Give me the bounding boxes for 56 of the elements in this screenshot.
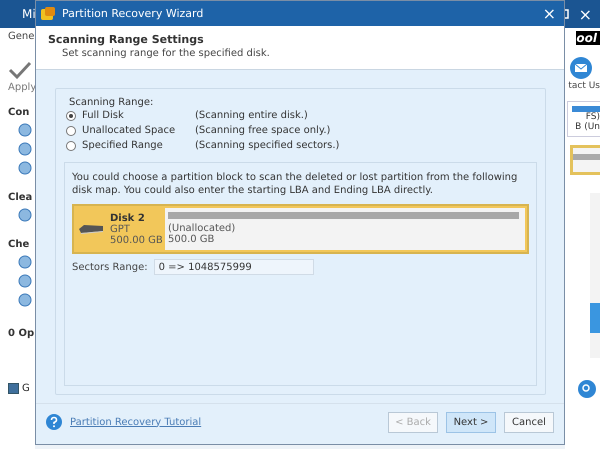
usage-bar: [572, 106, 600, 112]
radio-button[interactable]: [66, 110, 76, 120]
section-heading: Con: [8, 107, 30, 118]
dialog-title: Partition Recovery Wizard: [62, 7, 204, 20]
section-heading: Che: [8, 239, 30, 250]
disk-icon[interactable]: [18, 208, 32, 222]
radio-button[interactable]: [66, 140, 76, 150]
share-icon[interactable]: [578, 380, 596, 398]
app-icon: [40, 6, 56, 22]
scrollbar[interactable]: [590, 193, 600, 358]
disk-icon[interactable]: [18, 274, 32, 288]
apply-label: Apply: [8, 82, 36, 93]
checkbox[interactable]: [8, 383, 19, 394]
option-description: (Scanning entire disk.): [195, 110, 308, 121]
checkmark-icon[interactable]: [8, 60, 32, 80]
partition-block[interactable]: (Unallocated) 500.0 GB: [165, 208, 525, 250]
disk-style: GPT: [110, 224, 131, 234]
info-text: You could choose a partition block to scan the deleted or lost partition from the following disk map. You could also enter the starting LBA and Ending LBA directly.: [72, 171, 518, 197]
partition-size: 500.0 GB: [168, 234, 216, 245]
wizard-button[interactable]: Cancel: [504, 412, 554, 432]
checkbox-label: G: [22, 383, 30, 394]
app-title: Mi: [22, 7, 36, 21]
section-heading: Clea: [8, 192, 32, 203]
radio-button[interactable]: [66, 126, 76, 136]
disk-icon[interactable]: [18, 293, 32, 307]
step-subtitle: Set scanning range for the specified disk.: [61, 48, 271, 59]
operations-label: 0 Op: [8, 328, 34, 339]
close-button[interactable]: ×: [578, 4, 592, 24]
option-description: (Scanning free space only.): [195, 125, 330, 136]
disk-icon[interactable]: [18, 255, 32, 269]
option-label[interactable]: Full Disk: [82, 110, 195, 121]
disk-icon[interactable]: [18, 161, 32, 175]
mail-icon[interactable]: [570, 57, 592, 79]
contact-label[interactable]: tact Us: [568, 81, 600, 91]
option-label[interactable]: Specified Range: [82, 140, 195, 151]
help-icon[interactable]: [46, 414, 62, 430]
disk-icon[interactable]: [18, 123, 32, 137]
sectors-label: Sectors Range:: [72, 262, 148, 272]
option-description: (Scanning specified sectors.): [195, 140, 340, 151]
close-button[interactable]: ×: [542, 4, 556, 23]
partition-label: (Unallocated): [168, 223, 236, 234]
group-label: Scanning Range:: [69, 97, 154, 108]
step-title: Scanning Range Settings: [48, 33, 205, 46]
disk-icon[interactable]: [18, 142, 32, 156]
disk-info: B (Un: [575, 122, 600, 132]
logo-text: ool: [576, 31, 600, 45]
disk-block[interactable]: Disk 2 GPT 500.00 GB (Unallocated) 500.0 GB: [72, 204, 529, 254]
sectors-field[interactable]: 0 => 1048575999: [154, 259, 314, 275]
disk-name: Disk 2: [110, 212, 146, 224]
menu-tab[interactable]: Gene: [8, 31, 34, 42]
hard-drive-icon: [78, 223, 104, 235]
disk-size: 500.00 GB: [110, 234, 164, 246]
wizard-button[interactable]: Next >: [446, 412, 496, 432]
option-label[interactable]: Unallocated Space: [82, 125, 195, 136]
disk-info: FS): [586, 112, 600, 122]
tutorial-link[interactable]: Partition Recovery Tutorial: [70, 416, 202, 428]
